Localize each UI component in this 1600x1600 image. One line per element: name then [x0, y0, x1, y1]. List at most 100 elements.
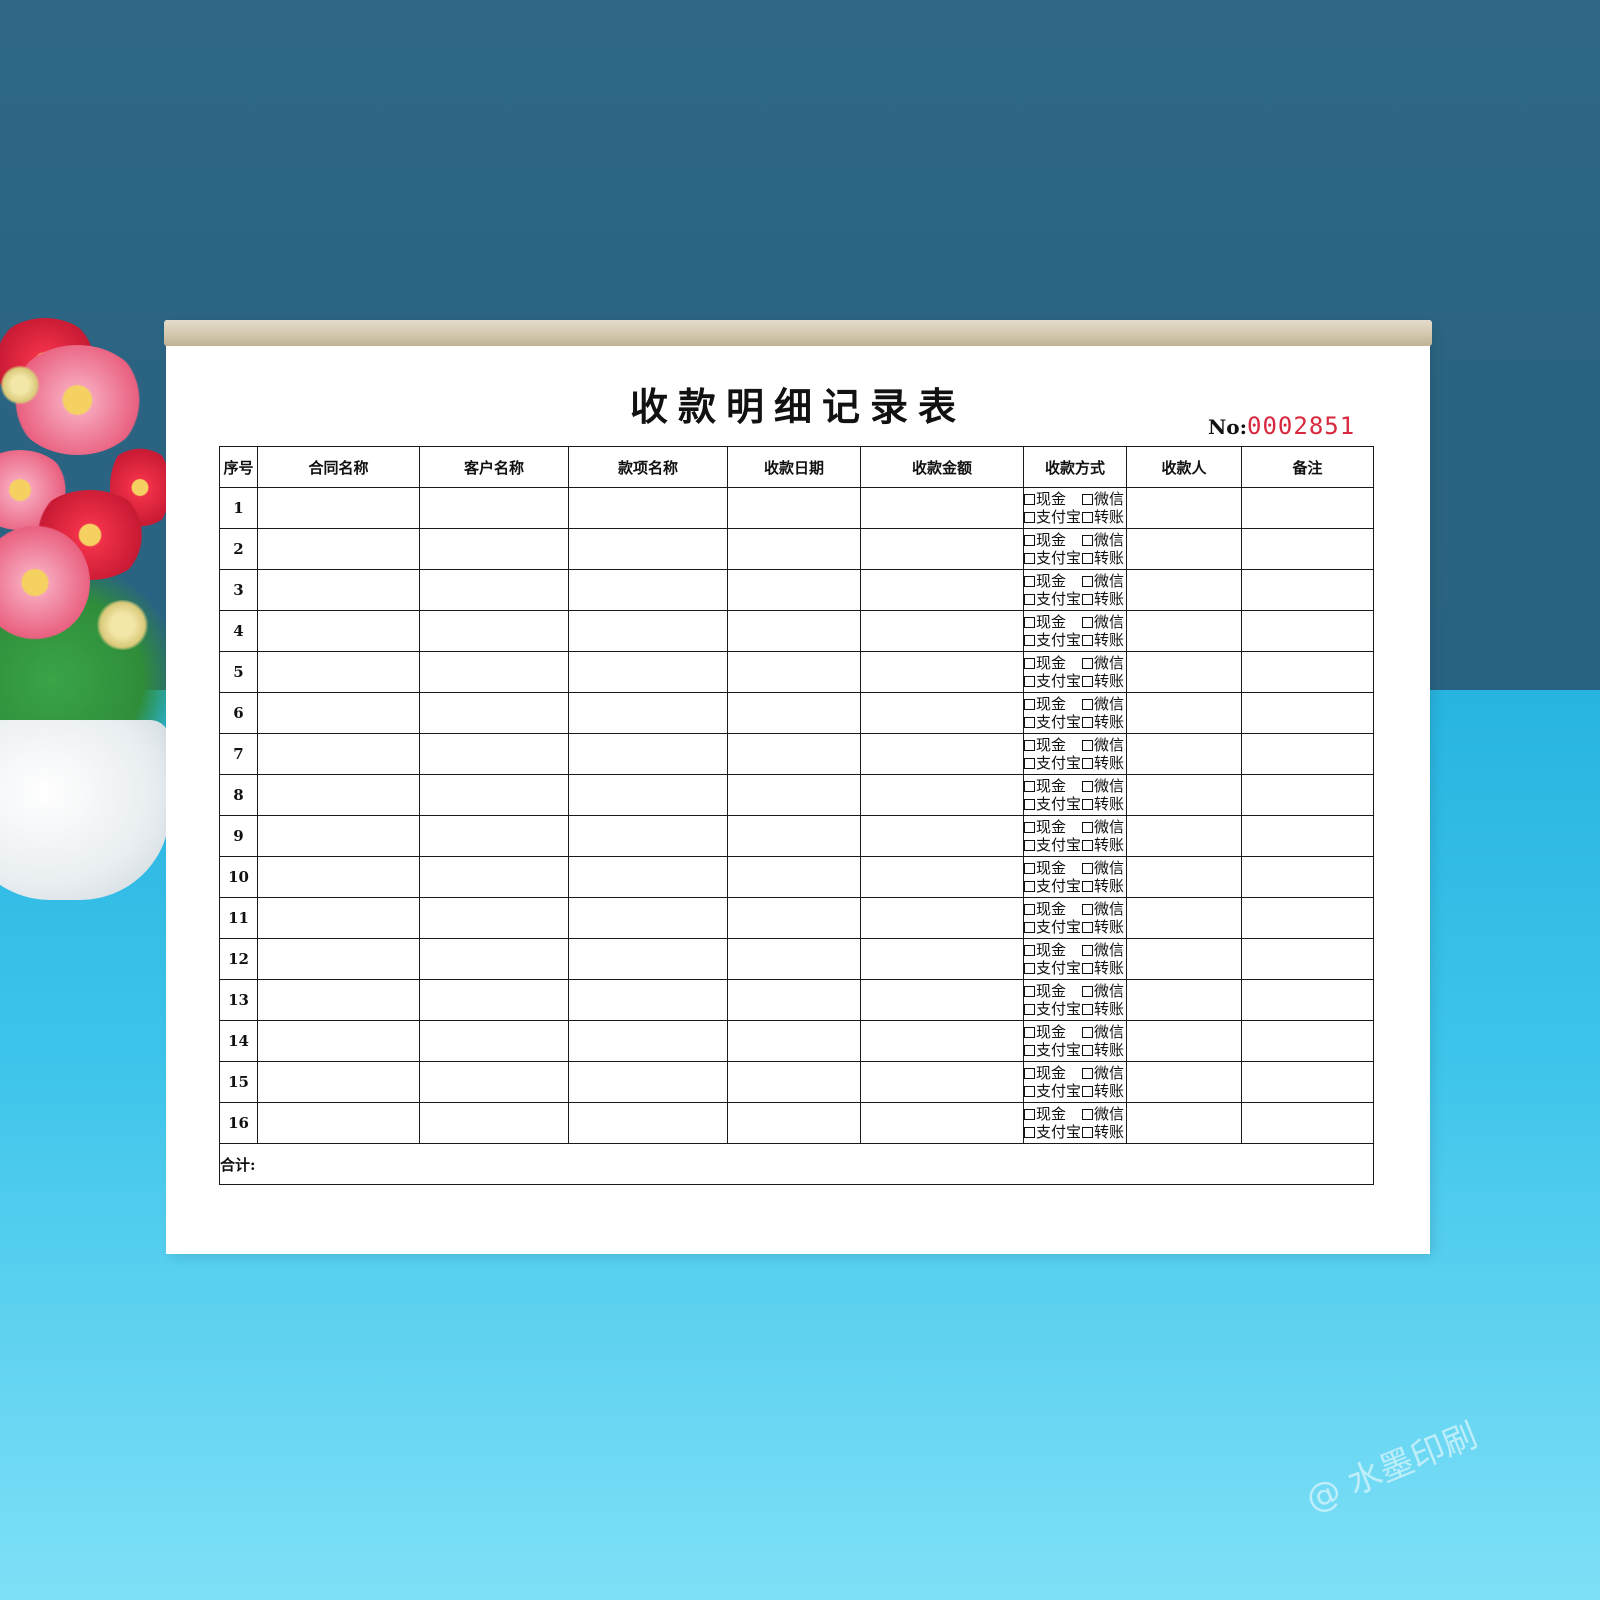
receipt-date-cell[interactable]: [727, 651, 861, 693]
receipt-date-cell[interactable]: [727, 1061, 861, 1103]
payee-cell[interactable]: [1126, 856, 1242, 898]
payment-option[interactable]: 现金: [1024, 490, 1082, 508]
payment-option[interactable]: 微信: [1082, 695, 1124, 713]
customer-name-cell[interactable]: [419, 733, 569, 775]
receipt-date-cell[interactable]: [727, 733, 861, 775]
contract-name-cell[interactable]: [257, 856, 420, 898]
receipt-date-cell[interactable]: [727, 487, 861, 529]
amount-cell[interactable]: [860, 733, 1024, 775]
checkbox[interactable]: [1082, 840, 1093, 851]
payment-option[interactable]: 支付宝: [1024, 836, 1082, 854]
amount-cell[interactable]: [860, 938, 1024, 980]
payee-cell[interactable]: [1126, 528, 1242, 570]
payee-cell[interactable]: [1126, 610, 1242, 652]
checkbox[interactable]: [1082, 740, 1093, 751]
contract-name-cell[interactable]: [257, 610, 420, 652]
item-name-cell[interactable]: [568, 815, 728, 857]
payee-cell[interactable]: [1126, 651, 1242, 693]
customer-name-cell[interactable]: [419, 815, 569, 857]
payee-cell[interactable]: [1126, 815, 1242, 857]
checkbox[interactable]: [1082, 635, 1093, 646]
remarks-cell[interactable]: [1241, 1102, 1374, 1144]
payee-cell[interactable]: [1126, 1102, 1242, 1144]
payment-option[interactable]: 微信: [1082, 572, 1124, 590]
payment-option[interactable]: 微信: [1082, 1023, 1124, 1041]
remarks-cell[interactable]: [1241, 651, 1374, 693]
payment-option[interactable]: 转账: [1082, 590, 1124, 608]
receipt-date-cell[interactable]: [727, 774, 861, 816]
receipt-date-cell[interactable]: [727, 610, 861, 652]
checkbox[interactable]: [1082, 799, 1093, 810]
checkbox[interactable]: [1082, 494, 1093, 505]
item-name-cell[interactable]: [568, 692, 728, 734]
checkbox[interactable]: [1024, 863, 1035, 874]
remarks-cell[interactable]: [1241, 774, 1374, 816]
payment-option[interactable]: 现金: [1024, 613, 1082, 631]
checkbox[interactable]: [1024, 822, 1035, 833]
receipt-date-cell[interactable]: [727, 569, 861, 611]
contract-name-cell[interactable]: [257, 1102, 420, 1144]
checkbox[interactable]: [1082, 658, 1093, 669]
payee-cell[interactable]: [1126, 692, 1242, 734]
checkbox[interactable]: [1024, 617, 1035, 628]
item-name-cell[interactable]: [568, 610, 728, 652]
checkbox[interactable]: [1024, 986, 1035, 997]
payment-option[interactable]: 支付宝: [1024, 877, 1082, 895]
payee-cell[interactable]: [1126, 979, 1242, 1021]
receipt-date-cell[interactable]: [727, 897, 861, 939]
payee-cell[interactable]: [1126, 1061, 1242, 1103]
amount-cell[interactable]: [860, 815, 1024, 857]
amount-cell[interactable]: [860, 1102, 1024, 1144]
payment-option[interactable]: 转账: [1082, 549, 1124, 567]
payment-option[interactable]: 转账: [1082, 918, 1124, 936]
payment-option[interactable]: 现金: [1024, 941, 1082, 959]
payment-option[interactable]: 微信: [1082, 531, 1124, 549]
payment-option[interactable]: 支付宝: [1024, 631, 1082, 649]
payment-option[interactable]: 转账: [1082, 754, 1124, 772]
checkbox[interactable]: [1082, 717, 1093, 728]
total-cell[interactable]: 合计:: [219, 1143, 1374, 1185]
checkbox[interactable]: [1082, 699, 1093, 710]
item-name-cell[interactable]: [568, 774, 728, 816]
checkbox[interactable]: [1024, 676, 1035, 687]
checkbox[interactable]: [1082, 922, 1093, 933]
remarks-cell[interactable]: [1241, 1061, 1374, 1103]
checkbox[interactable]: [1024, 594, 1035, 605]
payment-option[interactable]: 支付宝: [1024, 1000, 1082, 1018]
payment-option[interactable]: 现金: [1024, 859, 1082, 877]
checkbox[interactable]: [1024, 799, 1035, 810]
checkbox[interactable]: [1024, 699, 1035, 710]
payment-option[interactable]: 转账: [1082, 795, 1124, 813]
item-name-cell[interactable]: [568, 733, 728, 775]
checkbox[interactable]: [1082, 676, 1093, 687]
checkbox[interactable]: [1082, 758, 1093, 769]
checkbox[interactable]: [1024, 963, 1035, 974]
checkbox[interactable]: [1024, 512, 1035, 523]
payment-option[interactable]: 支付宝: [1024, 795, 1082, 813]
customer-name-cell[interactable]: [419, 938, 569, 980]
item-name-cell[interactable]: [568, 1020, 728, 1062]
remarks-cell[interactable]: [1241, 897, 1374, 939]
payment-option[interactable]: 转账: [1082, 836, 1124, 854]
checkbox[interactable]: [1024, 945, 1035, 956]
customer-name-cell[interactable]: [419, 610, 569, 652]
checkbox[interactable]: [1082, 986, 1093, 997]
payment-option[interactable]: 支付宝: [1024, 1041, 1082, 1059]
payment-option[interactable]: 转账: [1082, 1082, 1124, 1100]
checkbox[interactable]: [1082, 535, 1093, 546]
remarks-cell[interactable]: [1241, 856, 1374, 898]
contract-name-cell[interactable]: [257, 692, 420, 734]
payee-cell[interactable]: [1126, 774, 1242, 816]
customer-name-cell[interactable]: [419, 487, 569, 529]
remarks-cell[interactable]: [1241, 815, 1374, 857]
payment-option[interactable]: 转账: [1082, 1123, 1124, 1141]
payment-option[interactable]: 转账: [1082, 672, 1124, 690]
checkbox[interactable]: [1082, 594, 1093, 605]
item-name-cell[interactable]: [568, 569, 728, 611]
checkbox[interactable]: [1024, 535, 1035, 546]
amount-cell[interactable]: [860, 1061, 1024, 1103]
payment-option[interactable]: 支付宝: [1024, 549, 1082, 567]
remarks-cell[interactable]: [1241, 487, 1374, 529]
receipt-date-cell[interactable]: [727, 979, 861, 1021]
checkbox[interactable]: [1024, 1127, 1035, 1138]
